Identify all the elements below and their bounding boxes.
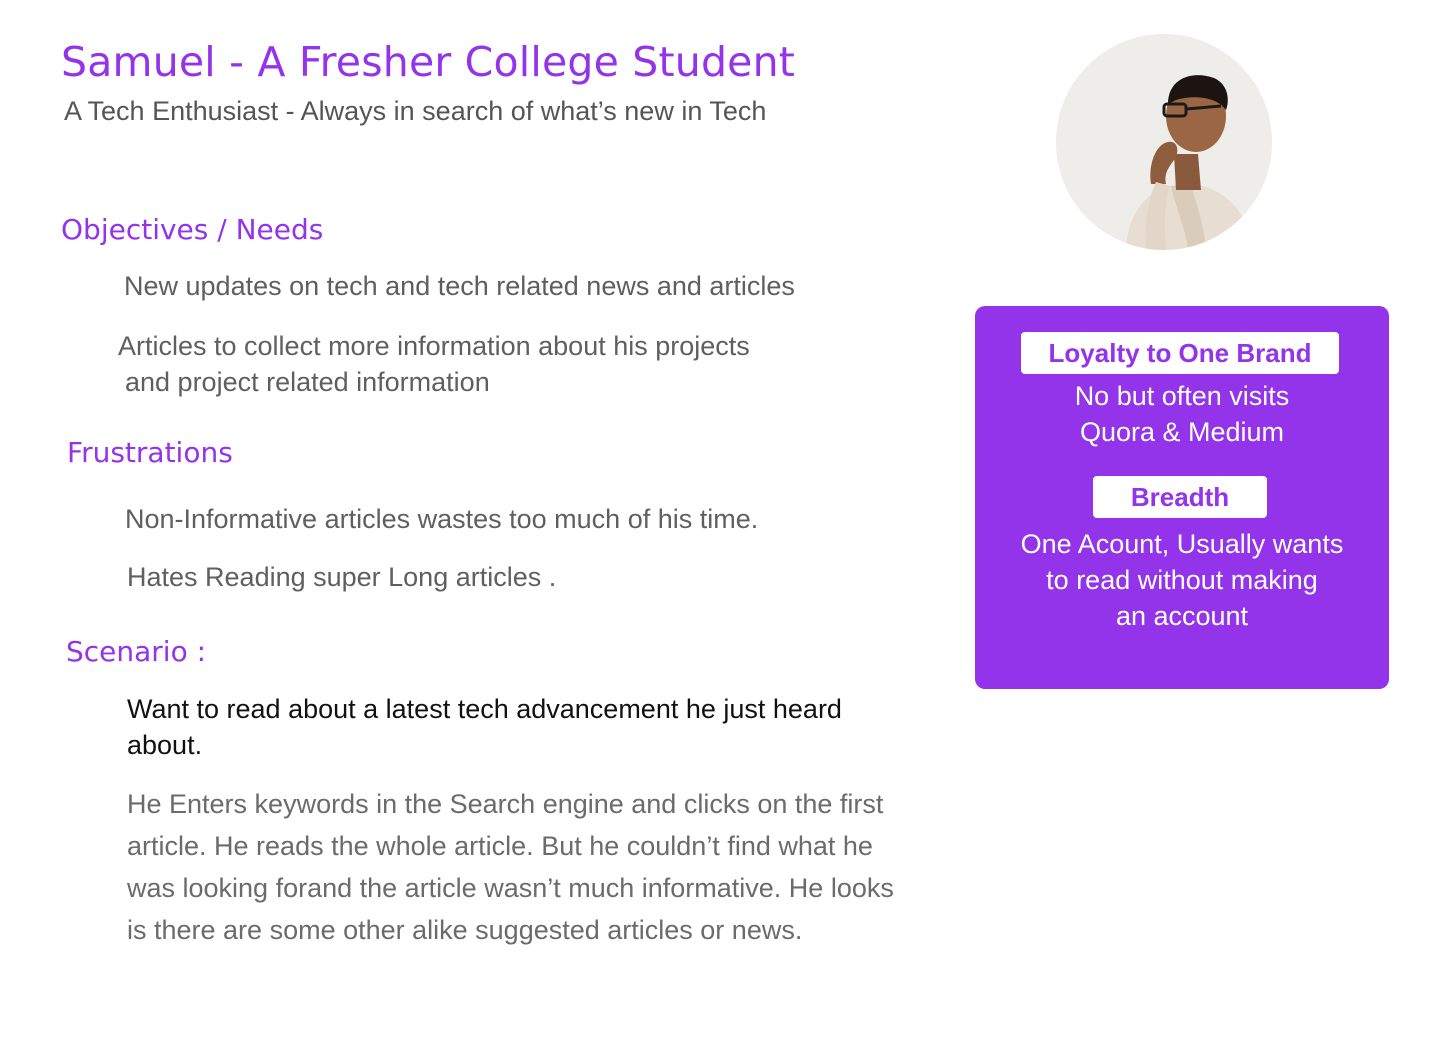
persona-title: Samuel - A Fresher College Student [61,38,796,86]
persona-subtitle: A Tech Enthusiast - Always in search of … [64,96,767,126]
scenario-body: He Enters keywords in the Search engine … [127,789,894,945]
scenario-title: Want to read about a latest tech advance… [127,694,842,760]
attributes-card: Loyalty to One Brand No but often visits… [975,306,1389,689]
scenario-heading: Scenario : [66,635,207,668]
frustration-item: Hates Reading super Long articles . [127,562,557,592]
breadth-value-line: to read without making [1046,565,1318,595]
loyalty-value-line: No but often visits [1074,381,1290,411]
breadth-value-line: an account [1115,601,1249,631]
breadth-tag: Breadth [1093,476,1267,518]
objectives-heading: Objectives / Needs [61,213,324,246]
loyalty-value-line: Quora & Medium [1079,417,1285,447]
persona-avatar [1056,34,1272,250]
objective-item: New updates on tech and tech related new… [124,271,795,301]
breadth-value-line: One Acount, Usually wants [1020,529,1344,559]
objective-item: Articles to collect more information abo… [118,331,750,361]
frustration-item: Non-Informative articles wastes too much… [125,504,759,534]
loyalty-tag: Loyalty to One Brand [1021,332,1339,374]
person-thinking-illustration [1056,34,1272,250]
objective-item-continued: and project related information [125,367,490,397]
frustrations-heading: Frustrations [67,436,233,469]
